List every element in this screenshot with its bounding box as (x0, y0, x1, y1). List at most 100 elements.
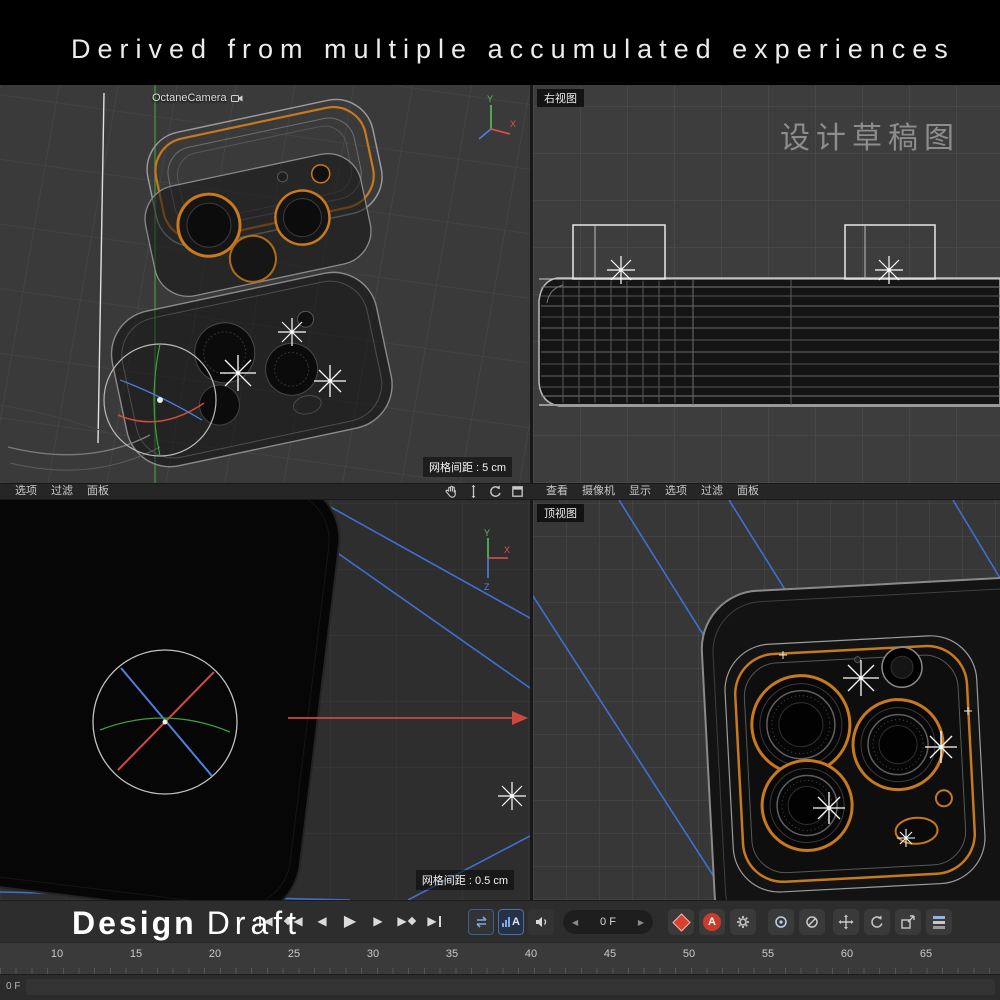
menu-item-options[interactable]: 选项 (8, 484, 44, 499)
current-frame-field[interactable]: ◀ 0 F ▶ (563, 910, 653, 934)
design-draft-caption: Design Draft (72, 905, 301, 942)
record-disabled-button[interactable] (799, 909, 825, 935)
rotate-view-icon[interactable] (488, 484, 503, 499)
play-button[interactable]: ▶ (337, 907, 363, 935)
ruler-tick: 60 (841, 948, 853, 960)
next-key-button[interactable]: ▶ (393, 907, 419, 935)
pan-hand-icon[interactable] (444, 484, 459, 499)
current-frame-readout: 0 F (6, 981, 20, 992)
keying-settings-button[interactable] (730, 909, 756, 935)
viewport-label-top-view[interactable]: 顶视图 (537, 504, 584, 522)
ruler-tick: 40 (525, 948, 537, 960)
viewport-perspective[interactable]: OctaneCamera Y X 网格间距 : 5 cm (0, 85, 530, 483)
tool-buttons (833, 909, 952, 935)
previous-frame-button[interactable]: ◀ (309, 907, 335, 935)
loop-icon (473, 914, 489, 930)
playback-toggles: A (468, 909, 554, 935)
c4d-application-window: Derived from multiple accumulated experi… (0, 0, 1000, 1000)
play-icon: ▶ (344, 911, 356, 931)
viewport-back-view[interactable]: Y X Z 网格间距 : 0.5 cm (0, 500, 530, 900)
rotate-tool-button[interactable] (864, 909, 890, 935)
sound-button[interactable] (528, 909, 554, 935)
layers-button[interactable] (926, 909, 952, 935)
perspective-wireframe-canvas[interactable] (0, 85, 530, 483)
menu-item-display[interactable]: 显示 (622, 484, 658, 499)
camera-object-icon (231, 93, 243, 103)
rotate-arrow-icon (869, 914, 885, 930)
viewport-divider (530, 500, 533, 900)
frame-value: 0 F (600, 916, 616, 928)
axis-gizmo: Y X Z (470, 528, 514, 594)
autokey-letter: A (512, 916, 520, 928)
menu-item-options[interactable]: 选项 (658, 484, 694, 499)
svg-text:X: X (504, 545, 510, 555)
ruler-tick: 35 (446, 948, 458, 960)
grid-spacing-badge: 网格间距 : 0.5 cm (416, 870, 514, 890)
maximize-viewport-icon[interactable] (510, 484, 525, 499)
menu-item-filter[interactable]: 过滤 (44, 484, 80, 499)
goto-end-icon: ▶ (427, 914, 436, 928)
layers-icon (933, 916, 945, 929)
ruler-tick: 20 (209, 948, 221, 960)
goto-end-button[interactable]: ▶ (421, 907, 447, 935)
viewport-top-view[interactable]: 顶视图 (533, 500, 1000, 900)
menu-item-view[interactable]: 查看 (539, 484, 575, 499)
menu-item-filter[interactable]: 过滤 (694, 484, 730, 499)
next-frame-icon: ▶ (373, 914, 382, 928)
zoom-icon[interactable] (466, 484, 481, 499)
svg-text:Z: Z (484, 582, 490, 592)
loop-playback-button[interactable] (468, 909, 494, 935)
ruler-tick: 30 (367, 948, 379, 960)
camera-label-text: OctaneCamera (152, 92, 227, 104)
range-track[interactable] (26, 979, 995, 995)
autokey-circle-icon: A (703, 913, 721, 931)
menu-item-camera[interactable]: 摄像机 (575, 484, 622, 499)
caption-bold: Design (72, 905, 197, 941)
key-filter-buttons (768, 909, 825, 935)
viewport-divider (530, 85, 533, 483)
svg-text:Y: Y (484, 528, 490, 538)
menu-item-panel[interactable]: 面板 (730, 484, 766, 499)
frame-increment-arrow[interactable]: ▶ (638, 918, 644, 927)
timeline-ruler[interactable]: 10 15 20 25 30 35 40 45 50 55 60 65 (0, 942, 1000, 974)
next-key-icon: ▶ (397, 914, 406, 928)
move-tool-button[interactable] (833, 909, 859, 935)
grid-spacing-badge: 网格间距 : 5 cm (423, 457, 512, 477)
preview-range-bar[interactable]: 0 F (0, 974, 1000, 1000)
caption-light: Draft (207, 905, 301, 941)
top-wireframe-canvas[interactable] (533, 500, 1000, 900)
ruler-tick: 55 (762, 948, 774, 960)
camera-label[interactable]: OctaneCamera (152, 92, 243, 104)
svg-text:X: X (510, 119, 516, 129)
frame-decrement-arrow[interactable]: ◀ (572, 918, 578, 927)
autokey-button[interactable]: A (699, 909, 725, 935)
speaker-icon (534, 914, 549, 930)
menubar-right: 查看 摄像机 显示 选项 过滤 面板 (533, 484, 1000, 499)
bar-glyph (439, 916, 441, 927)
animation-mode-button[interactable]: A (498, 909, 524, 935)
axis-gizmo: Y X (468, 93, 516, 143)
keying-buttons: A (668, 909, 756, 935)
ruler-tick: 50 (683, 948, 695, 960)
menubar-left: 选项 过滤 面板 (0, 484, 533, 499)
circle-dot-icon (773, 914, 789, 930)
ruler-tick: 65 (920, 948, 932, 960)
ruler-tick: 10 (51, 948, 63, 960)
viewport-label-right-view[interactable]: 右视图 (537, 89, 584, 107)
ruler-tick: 45 (604, 948, 616, 960)
top-banner: Derived from multiple accumulated experi… (0, 0, 1000, 85)
ruler-tick: 25 (288, 948, 300, 960)
svg-text:Y: Y (487, 94, 493, 104)
next-frame-button[interactable]: ▶ (365, 907, 391, 935)
viewport-right-view[interactable]: 右视图 设计草稿图 (533, 85, 1000, 483)
ruler-tick: 15 (130, 948, 142, 960)
prev-frame-icon: ◀ (317, 914, 326, 928)
render-view-button[interactable] (895, 909, 921, 935)
box-arrow-icon (900, 914, 916, 930)
back-wireframe-canvas[interactable] (0, 500, 530, 900)
record-position-button[interactable] (768, 909, 794, 935)
record-keyframe-button[interactable] (668, 909, 694, 935)
gear-icon (735, 914, 751, 930)
menu-item-panel[interactable]: 面板 (80, 484, 116, 499)
watermark-text: 设计草稿图 (780, 113, 960, 157)
